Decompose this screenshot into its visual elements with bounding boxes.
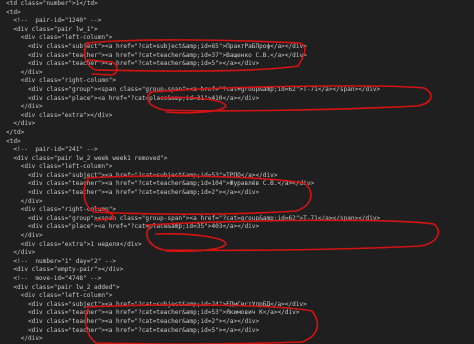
code-line: <td class="number">1</td> — [6, 0, 98, 7]
code-line: <div class="right-column"> — [6, 206, 117, 214]
code-line: <div class="extra"></div> — [6, 111, 113, 119]
code-line: <div class="teacher"><a href="?cat=teach… — [6, 60, 260, 68]
code-line: </td> — [6, 128, 25, 136]
code-area[interactable]: <td class="number">1</td> <td> <!-- pair… — [6, 0, 474, 344]
code-line: <div class="teacher"><a href="?cat=teach… — [6, 189, 260, 197]
code-editor[interactable]: <td class="number">1</td> <td> <!-- pair… — [0, 0, 474, 344]
code-line: </div> — [6, 335, 43, 343]
code-line: </div> — [6, 197, 43, 205]
code-line: <div class="teacher"><a href="?cat=teach… — [6, 317, 260, 325]
code-line: <div class="group"><span class="group-sp… — [6, 85, 381, 93]
code-line: <td> — [6, 8, 21, 16]
code-line: <div class="left-column"> — [6, 292, 113, 300]
code-line: </div> — [6, 232, 43, 240]
code-line: <div class="subject"><a href="?cat=subje… — [6, 171, 278, 179]
code-line: </div> — [6, 68, 43, 76]
code-line: </div> — [6, 103, 43, 111]
code-line: <div class="left-column"> — [6, 34, 113, 42]
code-line: </div> — [6, 249, 36, 257]
code-line: <div class="pair lw_1"> — [6, 25, 98, 33]
code-line: <div class="subject"><a href="?cat=subje… — [6, 300, 307, 308]
code-line: <div class="empty-pair"></div> — [6, 266, 124, 274]
code-line: <!-- move-id="4748" --> — [6, 275, 102, 282]
code-line: <div class="pair lw_2 added"> — [6, 283, 120, 291]
code-line: <!-- number="1" day="2" --> — [6, 257, 117, 265]
code-line: <div class="teacher"><a href="?cat=teach… — [6, 180, 315, 188]
code-line: <div class="place"><a href="?cat=place&a… — [6, 223, 260, 231]
code-line: <div class="teacher"><a href="?cat=teach… — [6, 309, 300, 317]
code-line: <div class="extra">1 неделя</div> — [6, 240, 142, 248]
code-line: <div class="teacher"><a href="?cat=teach… — [6, 326, 260, 334]
code-line: <div class="right-column"> — [6, 77, 117, 85]
code-line: <div class="pair lw_2 week week1 removed… — [6, 154, 168, 162]
code-line: <div class="place"><a href="?cat=place&a… — [6, 94, 260, 102]
code-line: <div class="teacher"><a href="?cat=teach… — [6, 51, 307, 59]
code-line: <!-- pair-id="241" --> — [6, 146, 98, 154]
code-line: <!-- pair-id="1240" --> — [6, 17, 102, 25]
code-line: <div class="left-column"> — [6, 163, 113, 171]
code-line: <td> — [6, 137, 21, 145]
code-line: <div class="group"><span class="group-sp… — [6, 214, 381, 222]
code-line: <div class="subject"><a href="?cat=subje… — [6, 42, 307, 50]
code-line: </div> — [6, 120, 36, 128]
